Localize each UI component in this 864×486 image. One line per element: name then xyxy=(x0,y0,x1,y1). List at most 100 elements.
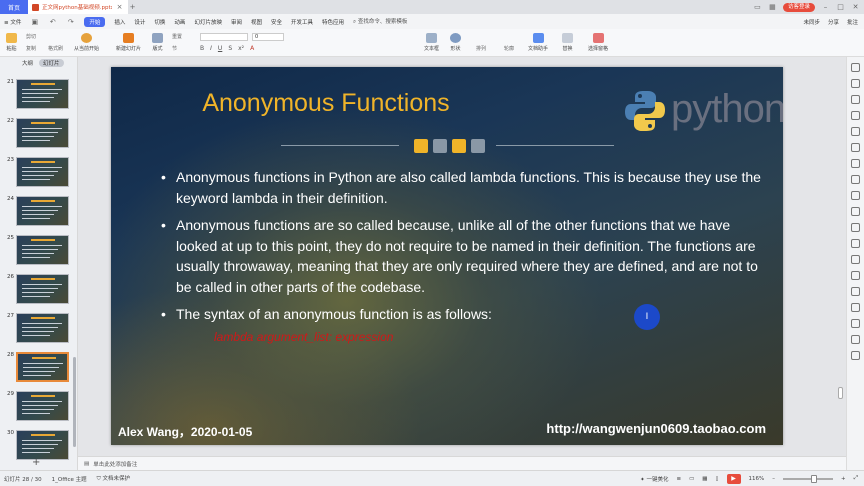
share-button[interactable]: 分享 xyxy=(828,18,839,26)
menu-insert[interactable]: 插入 xyxy=(114,18,125,26)
canvas-scroll-thumb[interactable] xyxy=(838,387,843,399)
add-slide-button[interactable]: + xyxy=(32,457,40,468)
slide-thumbnail[interactable] xyxy=(16,313,69,343)
new-tab-icon[interactable]: + xyxy=(128,3,137,12)
style-icon[interactable] xyxy=(851,95,860,104)
zoom-slider[interactable] xyxy=(782,474,833,483)
menu-start[interactable]: 开始 xyxy=(84,16,106,27)
login-button[interactable]: 访客登录 xyxy=(782,2,815,12)
comment-toggle-icon[interactable]: ≡ xyxy=(676,476,681,482)
slide-thumbnail[interactable] xyxy=(16,352,69,382)
slide-thumbnail-row[interactable]: 23 xyxy=(0,157,78,191)
doc-assistant-button[interactable]: 文档助手 xyxy=(528,33,548,52)
paste-button[interactable]: 粘贴 xyxy=(6,33,17,52)
minimize-icon[interactable]: – xyxy=(821,3,830,12)
section-button[interactable]: 节 xyxy=(172,45,177,52)
audio-icon[interactable] xyxy=(851,255,860,264)
menu-security[interactable]: 安全 xyxy=(271,18,282,26)
menu-view[interactable]: 视图 xyxy=(251,18,262,26)
text-icon[interactable] xyxy=(851,207,860,216)
menu-design[interactable]: 设计 xyxy=(134,18,145,26)
shape-button[interactable]: 形状 xyxy=(450,33,461,52)
play-slideshow-button[interactable]: ▶ xyxy=(726,473,741,484)
close-window-icon[interactable]: ✕ xyxy=(851,3,860,12)
font-color-icon[interactable]: A xyxy=(250,45,254,52)
superscript-icon[interactable]: x² xyxy=(238,45,244,52)
comment-button[interactable]: 批注 xyxy=(847,18,858,26)
restore-icon[interactable]: ▭ xyxy=(753,3,762,12)
settings-icon[interactable] xyxy=(851,79,860,88)
beautify-button[interactable]: ✦ 一键美化 xyxy=(640,475,668,483)
close-tab-icon[interactable]: × xyxy=(115,3,124,12)
slide-thumbnail[interactable] xyxy=(16,118,69,148)
panel-scrollbar[interactable] xyxy=(73,357,76,447)
menu-transition[interactable]: 切换 xyxy=(154,18,165,26)
menu-slideshow[interactable]: 幻灯片放映 xyxy=(194,18,222,26)
format-painter-button[interactable]: 格式刷 xyxy=(48,45,63,52)
transition-icon[interactable] xyxy=(851,127,860,136)
copy-button[interactable]: 复制 xyxy=(26,45,36,52)
animation-icon[interactable] xyxy=(851,111,860,120)
slide-thumbnail[interactable] xyxy=(16,235,69,265)
crop-icon[interactable] xyxy=(851,287,860,296)
slide-thumbnail-row[interactable]: 26 xyxy=(0,274,78,308)
reading-view-icon[interactable]: ▯ xyxy=(715,476,718,482)
slide-thumbnail[interactable] xyxy=(16,391,69,421)
share-icon[interactable] xyxy=(851,319,860,328)
menu-features[interactable]: 特色应用 xyxy=(322,18,344,26)
document-tab[interactable]: 正文网python基础视频.pptx × xyxy=(28,0,129,14)
slide-thumbnail-row[interactable]: 22 xyxy=(0,118,78,152)
home-tab[interactable]: 首页 xyxy=(0,0,29,14)
replace-button[interactable]: 替换 xyxy=(562,33,573,52)
underline-icon[interactable]: U xyxy=(218,45,222,52)
slide-thumbnail[interactable] xyxy=(16,157,69,187)
chart-icon[interactable] xyxy=(851,175,860,184)
arrange-button[interactable]: 排列 xyxy=(476,45,486,52)
slide-thumbnail-row[interactable]: 21 xyxy=(0,79,78,113)
protection-status[interactable]: ⛉ 文档未保护 xyxy=(97,474,130,483)
strike-icon[interactable]: S xyxy=(228,45,232,52)
expand-icon[interactable] xyxy=(851,63,860,72)
edit-icon[interactable] xyxy=(851,335,860,344)
bullet-list[interactable]: Anonymous functions in Python are also c… xyxy=(161,167,761,332)
bar-chart-icon[interactable] xyxy=(851,239,860,248)
help-icon[interactable] xyxy=(851,351,860,360)
redo-icon[interactable]: ↷ xyxy=(66,17,75,26)
maximize-icon[interactable]: □ xyxy=(836,3,845,12)
table-icon[interactable] xyxy=(851,143,860,152)
sorter-view-icon[interactable]: ▦ xyxy=(702,476,707,482)
font-size-field[interactable]: 0 xyxy=(252,33,284,41)
layers-icon[interactable] xyxy=(851,191,860,200)
notes-pane[interactable]: ▤ 单击此处添加备注 xyxy=(78,456,846,470)
layout-button[interactable]: 版式 xyxy=(152,33,163,52)
current-slide[interactable]: Anonymous Functions python Anonymous fun… xyxy=(111,67,783,445)
file-menu[interactable]: ≡ 文件 xyxy=(4,18,21,26)
from-current-button[interactable]: 从当前开始 xyxy=(74,33,99,52)
slide-thumbnail-row[interactable]: 28 xyxy=(0,352,78,386)
italic-icon[interactable]: I xyxy=(210,45,212,52)
slide-thumbnail[interactable] xyxy=(16,196,69,226)
select-pane-button[interactable]: 选择窗格 xyxy=(588,33,608,52)
slide-title[interactable]: Anonymous Functions xyxy=(111,89,541,118)
zoom-level[interactable]: 116% xyxy=(749,476,765,482)
font-name-field[interactable] xyxy=(200,33,248,41)
bold-icon[interactable]: B xyxy=(200,45,204,52)
new-slide-button[interactable]: 新建幻灯片 xyxy=(116,33,141,52)
slide-thumbnail-row[interactable]: 25 xyxy=(0,235,78,269)
menu-devtools[interactable]: 开发工具 xyxy=(291,18,313,26)
reset-button[interactable]: 重置 xyxy=(172,33,182,40)
history-icon[interactable] xyxy=(851,303,860,312)
video-icon[interactable] xyxy=(851,271,860,280)
save-icon[interactable]: ▣ xyxy=(30,17,39,26)
slide-thumbnail-row[interactable]: 29 xyxy=(0,391,78,425)
slide-thumbnail-row[interactable]: 24 xyxy=(0,196,78,230)
grid-icon[interactable]: ▦ xyxy=(768,3,777,12)
fit-window-icon[interactable]: ⤢ xyxy=(854,475,858,482)
slide-thumbnail-row[interactable]: 27 xyxy=(0,313,78,347)
menu-animation[interactable]: 动画 xyxy=(174,18,185,26)
zoom-out-icon[interactable]: – xyxy=(772,476,775,482)
normal-view-icon[interactable]: ▭ xyxy=(689,476,694,482)
textbox-button[interactable]: 文本框 xyxy=(424,33,439,52)
zoom-in-icon[interactable]: + xyxy=(841,476,846,482)
slide-thumbnail[interactable] xyxy=(16,430,69,460)
